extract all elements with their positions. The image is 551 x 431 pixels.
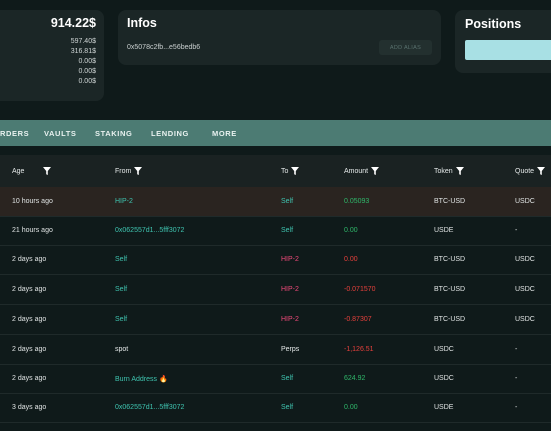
header-to[interactable]: To <box>281 167 300 175</box>
cell-age: 10 hours ago <box>12 198 53 205</box>
cell-token: USDC <box>434 375 454 382</box>
cell-age: 2 days ago <box>12 375 47 382</box>
cell-amount: 0.00 <box>344 256 358 263</box>
cell-token: USDE <box>434 404 454 411</box>
header-from[interactable]: From <box>115 167 143 175</box>
cell-to-link[interactable]: Self <box>281 375 293 382</box>
cell-amount: 0.00 <box>344 227 358 234</box>
cell-amount: 624.92 <box>344 375 366 382</box>
cell-from-link[interactable]: Self <box>115 256 127 263</box>
filter-icon[interactable] <box>455 167 464 175</box>
filter-icon[interactable] <box>371 167 380 175</box>
cell-token: USDC <box>434 346 454 353</box>
nav-item-more[interactable]: MORE <box>212 129 237 138</box>
add-alias-button[interactable]: ADD ALIAS <box>379 40 432 55</box>
cell-from-link[interactable]: Burn Address 🔥 <box>115 375 168 383</box>
header-age[interactable]: Age <box>12 167 52 175</box>
cell-from-link[interactable]: Self <box>115 286 127 293</box>
table-header: Age From To Amount Token Quote <box>0 155 551 187</box>
cell-from-link[interactable]: HIP-2 <box>115 198 133 205</box>
cell-amount: -0.87307 <box>344 316 372 323</box>
positions-card: Positions <box>455 10 551 73</box>
cell-age: 2 days ago <box>12 256 47 263</box>
balance-line: 0.00$ <box>78 68 96 75</box>
wallet-address: 0x5078c2fb...e56bedb6 <box>127 44 201 51</box>
positions-bar <box>465 40 551 60</box>
header-quote-label: Quote <box>515 167 535 175</box>
header-token[interactable]: Token <box>434 167 464 175</box>
cell-quote: - <box>515 375 518 382</box>
table-row[interactable]: 10 hours ago HIP-2 Self 0.05093 BTC-USD … <box>0 187 551 217</box>
cell-quote: USDC <box>515 256 535 263</box>
cell-token: BTC-USD <box>434 316 466 323</box>
table-row[interactable]: 2 days ago spot Perps -1,126.51 USDC - <box>0 335 551 365</box>
positions-title: Positions <box>465 17 522 31</box>
header-to-label: To <box>281 167 289 175</box>
balance-line: 597.40$ <box>70 38 96 45</box>
table-row[interactable]: 2 days ago Burn Address 🔥 Self 624.92 US… <box>0 364 551 394</box>
header-token-label: Token <box>434 167 453 175</box>
cell-token: BTC-USD <box>434 286 466 293</box>
cell-amount: 0.00 <box>344 404 358 411</box>
balance-line: 0.00$ <box>78 78 96 85</box>
cell-amount: -1,126.51 <box>344 346 374 353</box>
header-amount-label: Amount <box>344 167 369 175</box>
header-quote[interactable]: Quote <box>515 167 546 175</box>
table-row[interactable]: 21 hours ago 0x062557d1...5fff3072 Self … <box>0 216 551 246</box>
cell-age: 2 days ago <box>12 286 47 293</box>
cell-to-link[interactable]: HIP-2 <box>281 316 299 323</box>
nav-item-vaults[interactable]: VAULTS <box>44 129 77 138</box>
cell-to-link[interactable]: Self <box>281 404 293 411</box>
balance-line: 0.00$ <box>78 58 96 65</box>
cell-amount: 0.05093 <box>344 198 370 205</box>
infos-title: Infos <box>127 16 157 30</box>
cell-to-link[interactable]: HIP-2 <box>281 256 299 263</box>
filter-icon[interactable] <box>291 167 300 175</box>
table-row[interactable]: 2 days ago Self HIP-2 -0.071570 BTC-USD … <box>0 275 551 305</box>
table-row[interactable]: 3 days ago 0x062557d1...5fff3072 Self 0.… <box>0 393 551 423</box>
cell-quote: - <box>515 346 518 353</box>
cell-from-link[interactable]: Self <box>115 316 127 323</box>
cell-quote: USDC <box>515 316 535 323</box>
cell-from: spot <box>115 346 129 353</box>
cell-quote: - <box>515 227 518 234</box>
cell-quote: USDC <box>515 198 535 205</box>
cell-age: 2 days ago <box>12 346 47 353</box>
cell-token: BTC-USD <box>434 198 466 205</box>
cell-from-link[interactable]: 0x062557d1...5fff3072 <box>115 227 184 234</box>
cell-quote: USDC <box>515 286 535 293</box>
balance-card: 914.22$ 597.40$ 316.81$ 0.00$ 0.00$ 0.00… <box>0 10 104 101</box>
header-age-label: Age <box>12 167 25 175</box>
cell-to-link[interactable]: Self <box>281 227 293 234</box>
cell-age: 3 days ago <box>12 404 47 411</box>
filter-icon[interactable] <box>537 167 546 175</box>
infos-card: Infos 0x5078c2fb...e56bedb6 ADD ALIAS <box>118 10 441 65</box>
filter-icon[interactable] <box>43 167 52 175</box>
cell-token: BTC-USD <box>434 256 466 263</box>
nav-item-staking[interactable]: STAKING <box>95 129 132 138</box>
balance-total: 914.22$ <box>50 16 96 30</box>
nav-bar: RDERS VAULTS STAKING LENDING MORE <box>0 120 551 146</box>
balance-line: 316.81$ <box>70 48 96 55</box>
cell-age: 2 days ago <box>12 316 47 323</box>
cell-token: USDE <box>434 227 454 234</box>
filter-icon[interactable] <box>134 167 143 175</box>
cell-to: Perps <box>281 346 300 353</box>
cell-quote: - <box>515 404 518 411</box>
nav-item-orders[interactable]: RDERS <box>0 129 29 138</box>
cell-to-link[interactable]: Self <box>281 198 293 205</box>
cell-from-link[interactable]: 0x062557d1...5fff3072 <box>115 404 184 411</box>
table-row[interactable]: 2 days ago Self HIP-2 0.00 BTC-USD USDC <box>0 245 551 275</box>
header-amount[interactable]: Amount <box>344 167 380 175</box>
header-from-label: From <box>115 167 132 175</box>
table-row[interactable]: 2 days ago Self HIP-2 -0.87307 BTC-USD U… <box>0 305 551 335</box>
cell-to-link[interactable]: HIP-2 <box>281 286 299 293</box>
nav-item-lending[interactable]: LENDING <box>151 129 189 138</box>
cell-age: 21 hours ago <box>12 227 53 234</box>
cell-amount: -0.071570 <box>344 286 376 293</box>
